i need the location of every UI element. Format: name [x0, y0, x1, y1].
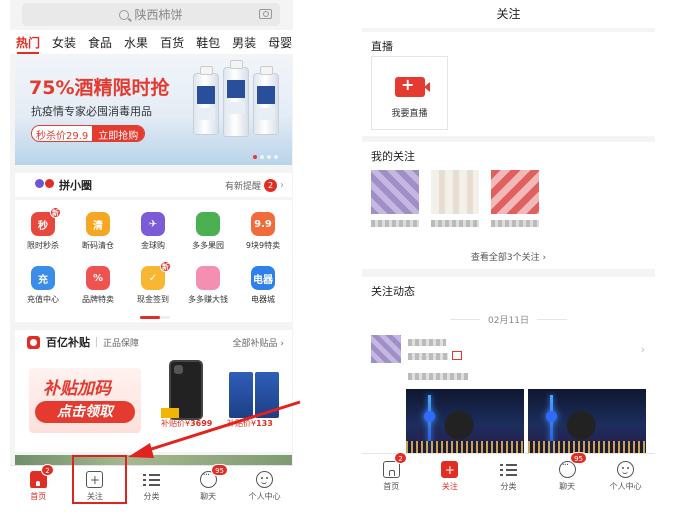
- feed-meta: [408, 353, 448, 360]
- screenshot-root: 陕西柿饼 热门 女装 食品 水果 百货 鞋包 男装 母婴 75%酒精限时抢 抗疫情专家必囤消毒…: [0, 0, 680, 512]
- follow-screen: 关注 直播 我要直播 我的关注 查看全部3个关注 ›: [362, 0, 655, 512]
- feed-date: 02月11日: [362, 313, 655, 326]
- feed-store-name: [408, 339, 446, 346]
- chevron-right-icon[interactable]: ›: [641, 343, 645, 356]
- user-icon: [617, 461, 635, 478]
- feed-store-avatar[interactable]: [371, 335, 401, 363]
- bottom-tab-bar: 2 首页 + 关注 分类 95 聊天 个人中心: [362, 452, 655, 512]
- tab-follow[interactable]: + 关注: [421, 454, 480, 512]
- follow-feed-section: 关注动态 02月11日 ›: [362, 277, 655, 465]
- my-follows-section: 我的关注 查看全部3个关注 ›: [362, 142, 655, 269]
- tab-badge: 2: [394, 452, 407, 464]
- category-icon: [499, 461, 517, 478]
- followed-store[interactable]: [491, 170, 539, 232]
- tab-category[interactable]: 分类: [479, 454, 538, 512]
- live-section: 直播 我要直播: [362, 32, 655, 136]
- store-name: [491, 220, 539, 227]
- start-live-button[interactable]: 我要直播: [371, 56, 448, 130]
- tab-label: 聊天: [559, 482, 576, 491]
- video-camera-icon: [395, 75, 430, 97]
- tab-home[interactable]: 2 首页: [362, 452, 421, 512]
- feed-photo[interactable]: [528, 389, 646, 455]
- follow-icon: +: [441, 461, 459, 478]
- tab-label: 首页: [383, 482, 400, 491]
- store-avatar: [491, 170, 539, 214]
- my-follows-title: 我的关注: [371, 150, 415, 163]
- feed-tag: [452, 351, 462, 360]
- live-title: 直播: [371, 40, 393, 53]
- tab-badge: 95: [570, 452, 587, 464]
- followed-store[interactable]: [431, 170, 479, 232]
- followed-store[interactable]: [371, 170, 419, 232]
- store-avatar: [431, 170, 479, 214]
- tab-label: 个人中心: [609, 482, 642, 491]
- tab-user[interactable]: 个人中心: [596, 454, 655, 512]
- store-avatar: [371, 170, 419, 214]
- tab-label: 关注: [441, 482, 458, 491]
- tab-label: 分类: [500, 482, 517, 491]
- feed-photo[interactable]: [406, 389, 524, 455]
- start-live-label: 我要直播: [391, 109, 428, 119]
- store-name: [431, 220, 479, 227]
- view-all-follows-link[interactable]: 查看全部3个关注 ›: [362, 250, 655, 263]
- store-name: [371, 220, 419, 227]
- page-title: 关注: [362, 0, 655, 28]
- feed-text: [408, 373, 468, 380]
- feed-title: 关注动态: [371, 285, 415, 298]
- tab-chat[interactable]: 95 聊天: [538, 452, 597, 512]
